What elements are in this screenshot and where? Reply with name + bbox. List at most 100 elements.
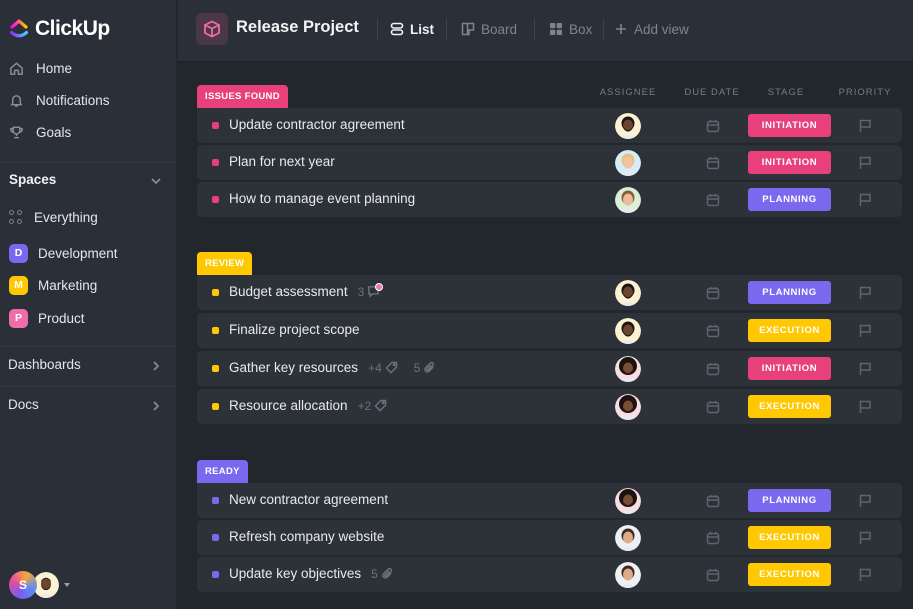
assignee-avatar[interactable] xyxy=(615,356,641,382)
space-marketing[interactable]: M Marketing xyxy=(9,275,97,295)
dashboards-chevron-right-icon[interactable] xyxy=(149,359,163,373)
priority-flag-icon[interactable] xyxy=(858,193,872,207)
task-status-dot[interactable] xyxy=(212,497,219,504)
column-header-assignee[interactable]: ASSIGNEE xyxy=(597,87,659,98)
task-row[interactable]: Refresh company website EXECUTION xyxy=(197,520,902,555)
nav-home[interactable]: Home xyxy=(8,57,72,79)
task-status-dot[interactable] xyxy=(212,365,219,372)
nav-notifications[interactable]: Notifications xyxy=(8,89,110,111)
task-status-dot[interactable] xyxy=(212,289,219,296)
stage-badge[interactable]: PLANNING xyxy=(748,489,831,512)
dashboards-link[interactable]: Dashboards xyxy=(8,357,81,372)
user-menu[interactable]: S xyxy=(9,570,70,600)
space-product[interactable]: P Product xyxy=(9,308,85,328)
priority-flag-icon[interactable] xyxy=(858,362,872,376)
stage-badge[interactable]: PLANNING xyxy=(748,188,831,211)
attachment-count[interactable]: 5 xyxy=(371,567,394,581)
calendar-icon[interactable] xyxy=(706,193,720,207)
priority-flag-icon[interactable] xyxy=(858,568,872,582)
spaces-heading[interactable]: Spaces xyxy=(9,172,56,187)
comment-count[interactable]: 3 xyxy=(358,283,384,299)
task-status-dot[interactable] xyxy=(212,534,219,541)
tag-count[interactable]: +2 xyxy=(358,399,388,413)
priority-flag-icon[interactable] xyxy=(858,324,872,338)
assignee-avatar[interactable] xyxy=(615,488,641,514)
assignee-avatar[interactable] xyxy=(615,562,641,588)
tag-count[interactable]: +4 xyxy=(368,361,398,375)
stage-badge[interactable]: EXECUTION xyxy=(748,319,831,342)
task-name[interactable]: New contractor agreement xyxy=(229,492,388,507)
assignee-avatar[interactable] xyxy=(615,318,641,344)
priority-flag-icon[interactable] xyxy=(858,156,872,170)
priority-flag-icon[interactable] xyxy=(858,286,872,300)
task-status-dot[interactable] xyxy=(212,403,219,410)
stage-badge[interactable]: INITIATION xyxy=(748,151,831,174)
spaces-collapse-chevron-icon[interactable] xyxy=(149,174,163,188)
tab-box[interactable]: Box xyxy=(549,19,592,39)
group-label-issues-found[interactable]: ISSUES FOUND xyxy=(197,85,288,108)
workspace-avatar[interactable]: S xyxy=(9,571,37,599)
stage-badge[interactable]: EXECUTION xyxy=(748,395,831,418)
task-name[interactable]: How to manage event planning xyxy=(229,191,415,206)
column-header-stage[interactable]: STAGE xyxy=(760,87,812,98)
stage-badge[interactable]: INITIATION xyxy=(748,357,831,380)
task-name[interactable]: Update contractor agreement xyxy=(229,117,405,132)
add-view-button[interactable]: Add view xyxy=(614,19,689,39)
task-status-dot[interactable] xyxy=(212,159,219,166)
task-name[interactable]: Refresh company website xyxy=(229,529,384,544)
task-row[interactable]: How to manage event planning PLANNING xyxy=(197,182,902,217)
assignee-avatar[interactable] xyxy=(615,280,641,306)
task-name[interactable]: Budget assessment 3 xyxy=(229,283,384,299)
calendar-icon[interactable] xyxy=(706,400,720,414)
task-name[interactable]: Resource allocation +2 xyxy=(229,398,387,413)
attachment-count[interactable]: 5 xyxy=(414,361,437,375)
task-status-dot[interactable] xyxy=(212,122,219,129)
group-label-ready[interactable]: READY xyxy=(197,460,248,483)
caret-down-icon[interactable] xyxy=(64,583,70,587)
docs-link[interactable]: Docs xyxy=(8,397,39,412)
task-row[interactable]: Finalize project scope EXECUTION xyxy=(197,313,902,348)
priority-flag-icon[interactable] xyxy=(858,531,872,545)
tab-board[interactable]: Board xyxy=(461,19,517,39)
assignee-avatar[interactable] xyxy=(615,150,641,176)
priority-flag-icon[interactable] xyxy=(858,494,872,508)
nav-goals[interactable]: Goals xyxy=(8,121,71,143)
clickup-logo[interactable]: ClickUp xyxy=(9,16,110,42)
task-name[interactable]: Gather key resources +4 5 xyxy=(229,360,436,375)
task-name[interactable]: Update key objectives 5 xyxy=(229,566,394,581)
task-row[interactable]: Update contractor agreement INITIATION xyxy=(197,108,902,143)
calendar-icon[interactable] xyxy=(706,362,720,376)
task-status-dot[interactable] xyxy=(212,196,219,203)
calendar-icon[interactable] xyxy=(706,568,720,582)
calendar-icon[interactable] xyxy=(706,286,720,300)
task-row[interactable]: Resource allocation +2 EXECUTION xyxy=(197,389,902,424)
task-row[interactable]: Update key objectives 5 EXECUTION xyxy=(197,557,902,592)
group-label-review[interactable]: REVIEW xyxy=(197,252,253,275)
calendar-icon[interactable] xyxy=(706,119,720,133)
priority-flag-icon[interactable] xyxy=(858,400,872,414)
calendar-icon[interactable] xyxy=(706,324,720,338)
calendar-icon[interactable] xyxy=(706,156,720,170)
space-everything[interactable]: Everything xyxy=(9,207,98,227)
priority-flag-icon[interactable] xyxy=(858,119,872,133)
docs-chevron-right-icon[interactable] xyxy=(149,399,163,413)
assignee-avatar[interactable] xyxy=(615,394,641,420)
assignee-avatar[interactable] xyxy=(615,113,641,139)
task-name[interactable]: Finalize project scope xyxy=(229,322,360,337)
stage-badge[interactable]: PLANNING xyxy=(748,281,831,304)
task-row[interactable]: Gather key resources +4 5 INITIATION xyxy=(197,351,902,386)
tab-list[interactable]: List xyxy=(390,19,434,39)
task-status-dot[interactable] xyxy=(212,571,219,578)
task-row[interactable]: Budget assessment 3 PLANNING xyxy=(197,275,902,310)
column-header-priority[interactable]: PRIORITY xyxy=(834,87,896,98)
space-development[interactable]: D Development xyxy=(9,243,118,263)
stage-badge[interactable]: INITIATION xyxy=(748,114,831,137)
task-row[interactable]: Plan for next year INITIATION xyxy=(197,145,902,180)
stage-badge[interactable]: EXECUTION xyxy=(748,526,831,549)
assignee-avatar[interactable] xyxy=(615,187,641,213)
stage-badge[interactable]: EXECUTION xyxy=(748,563,831,586)
assignee-avatar[interactable] xyxy=(615,525,641,551)
task-name[interactable]: Plan for next year xyxy=(229,154,335,169)
task-status-dot[interactable] xyxy=(212,327,219,334)
column-header-due-date[interactable]: DUE DATE xyxy=(680,87,744,98)
